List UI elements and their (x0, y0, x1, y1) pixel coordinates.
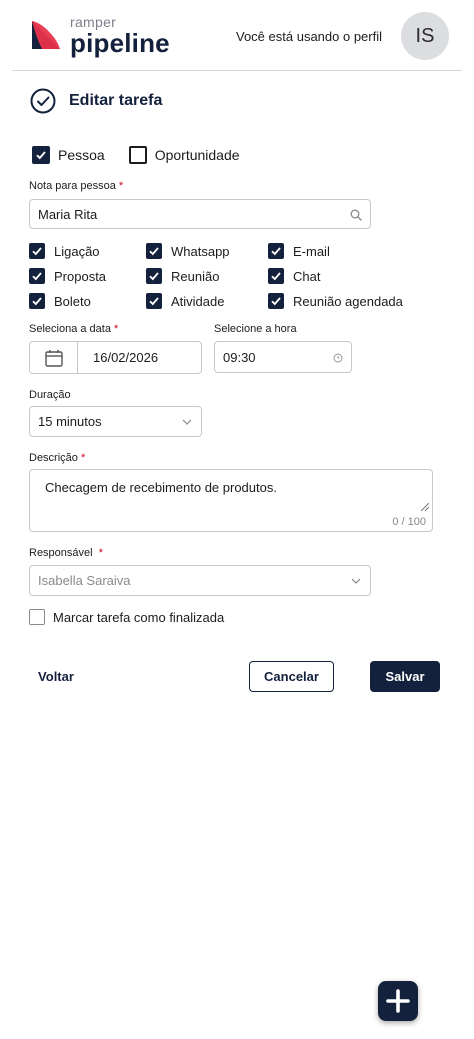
person-search-value: Maria Rita (38, 206, 98, 222)
header-divider (12, 70, 462, 71)
time-value: 09:30 (223, 349, 256, 365)
responsible-select[interactable]: Isabella Saraiva (29, 565, 371, 596)
search-icon (350, 209, 362, 221)
opportunity-checkbox[interactable] (128, 146, 147, 164)
checkmark-icon (32, 247, 42, 256)
channel-label: E-mail (293, 243, 330, 259)
task-type-options: Pessoa Oportunidade (32, 146, 240, 164)
time-input[interactable]: 09:30 (214, 341, 352, 373)
date-input[interactable]: 16/02/2026 (29, 341, 202, 374)
ramper-logo-icon (32, 21, 60, 49)
channel-call[interactable]: Ligação (29, 243, 100, 259)
date-field-label: Seleciona a data * (29, 323, 119, 335)
checkmark-icon (149, 247, 159, 256)
calendar-button[interactable] (30, 342, 78, 373)
channel-email-checkbox[interactable] (268, 243, 284, 259)
profile-label: Você está usando o perfil (236, 29, 382, 44)
opportunity-option[interactable]: Oportunidade (128, 146, 240, 164)
channel-call-checkbox[interactable] (29, 243, 45, 259)
logo-big-text: pipeline (70, 28, 170, 58)
description-textarea[interactable]: Checagem de recebimento de produtos. 0 /… (29, 469, 433, 532)
plus-icon (386, 989, 410, 1013)
channel-whatsapp-checkbox[interactable] (146, 243, 162, 259)
channel-label: Chat (293, 268, 321, 284)
checkmark-icon (149, 297, 159, 306)
character-counter: 0 / 100 (392, 516, 426, 528)
resize-handle-icon[interactable] (421, 503, 429, 511)
person-checkbox[interactable] (32, 146, 50, 164)
calendar-icon (44, 349, 63, 367)
checkmark-icon (271, 247, 281, 256)
channel-proposal[interactable]: Proposta (29, 268, 106, 284)
checkmark-icon (36, 151, 46, 160)
checkmark-icon (32, 297, 42, 306)
opportunity-label: Oportunidade (154, 147, 240, 163)
channel-scheduled-meeting-checkbox[interactable] (268, 293, 284, 309)
channel-activity-checkbox[interactable] (146, 293, 162, 309)
description-field-label: Descrição * (29, 452, 86, 464)
cancel-button[interactable]: Cancelar (249, 661, 334, 692)
channel-chat[interactable]: Chat (268, 268, 320, 284)
channel-boleto[interactable]: Boleto (29, 293, 91, 309)
date-value: 16/02/2026 (93, 350, 159, 365)
app-header: ramper pipeline Você está usando o perfi… (0, 0, 474, 71)
person-label: Pessoa (58, 147, 105, 163)
checkmark-icon (271, 297, 281, 306)
check-circle-icon (30, 88, 56, 114)
checkmark-icon (32, 272, 42, 281)
ramper-pipeline-logo[interactable]: ramper pipeline (30, 14, 170, 58)
checkmark-icon (149, 272, 159, 281)
channel-label: Reunião agendada (293, 293, 403, 309)
page-title: Editar tarefa (69, 92, 163, 109)
duration-select[interactable]: 15 minutos (29, 406, 202, 437)
channel-meeting-checkbox[interactable] (146, 268, 162, 284)
checkmark-icon (271, 272, 281, 281)
logo-small-text: ramper (70, 14, 117, 30)
save-button[interactable]: Salvar (370, 661, 440, 692)
responsible-field-label: Responsável * (29, 547, 103, 559)
channel-label: Proposta (54, 268, 107, 284)
mark-finished-option[interactable]: Marcar tarefa como finalizada (29, 609, 224, 625)
mark-finished-checkbox[interactable] (29, 609, 45, 625)
avatar[interactable]: IS (401, 12, 449, 60)
person-search-input[interactable]: Maria Rita (29, 199, 371, 229)
channel-chat-checkbox[interactable] (268, 268, 284, 284)
channel-label: Reunião (171, 268, 220, 284)
duration-field-label: Duração (29, 389, 71, 401)
channel-label: Whatsapp (171, 243, 230, 259)
channel-whatsapp[interactable]: Whatsapp (146, 243, 230, 259)
channel-meeting[interactable]: Reunião (146, 268, 219, 284)
add-button[interactable] (378, 981, 418, 1021)
chevron-down-icon (351, 578, 361, 584)
responsible-value: Isabella Saraiva (38, 573, 131, 588)
chevron-down-icon (182, 419, 192, 425)
channel-proposal-checkbox[interactable] (29, 268, 45, 284)
description-value: Checagem de recebimento de produtos. (45, 480, 277, 495)
page-title-row: Editar tarefa (30, 88, 162, 114)
channel-activity[interactable]: Atividade (146, 293, 224, 309)
duration-value: 15 minutos (38, 414, 102, 429)
channel-label: Ligação (54, 243, 100, 259)
note-field-label: Nota para pessoa * (29, 180, 124, 192)
person-option[interactable]: Pessoa (32, 146, 105, 164)
channel-label: Boleto (54, 293, 91, 309)
channel-email[interactable]: E-mail (268, 243, 330, 259)
time-field-label: Selecione a hora (214, 323, 297, 335)
mark-finished-label: Marcar tarefa como finalizada (53, 609, 225, 625)
channel-boleto-checkbox[interactable] (29, 293, 45, 309)
channel-label: Atividade (171, 293, 225, 309)
back-button[interactable]: Voltar (30, 661, 82, 692)
channel-scheduled-meeting[interactable]: Reunião agendada (268, 293, 403, 309)
clock-icon (333, 353, 343, 363)
